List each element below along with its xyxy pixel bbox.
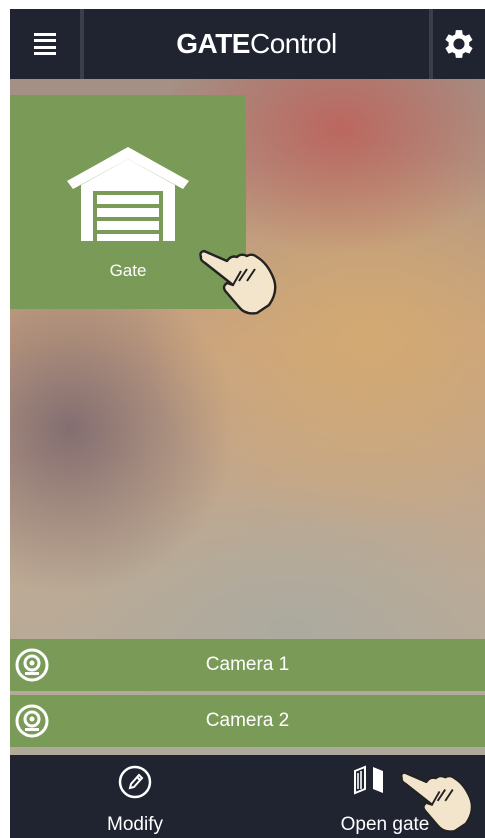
- app-title: GATE Control: [84, 9, 429, 79]
- hamburger-icon: [34, 33, 56, 55]
- modify-button[interactable]: Modify: [80, 755, 190, 838]
- menu-button[interactable]: [10, 9, 80, 79]
- settings-button[interactable]: [433, 9, 485, 79]
- title-light: Control: [249, 28, 337, 59]
- pencil-icon: [118, 765, 152, 799]
- pointing-hand-icon: [199, 249, 277, 315]
- pointing-hand-icon: [400, 771, 474, 833]
- modify-label: Modify: [107, 814, 163, 835]
- app-screen: GATE Control Gate Camera 1 Camera 2 Modi…: [10, 9, 485, 838]
- title-bold: GATE: [176, 28, 250, 59]
- camera-label: Camera 2: [205, 710, 290, 731]
- camera-row-1[interactable]: Camera 1: [10, 639, 485, 691]
- gate-doors-icon: [354, 765, 383, 795]
- bottom-bar: Modify Open gate: [10, 755, 485, 838]
- top-bar: GATE Control: [10, 9, 485, 79]
- camera-label: Camera 1: [205, 654, 290, 675]
- gear-icon: [445, 30, 473, 58]
- garage-icon: [67, 147, 189, 241]
- camera-row-2[interactable]: Camera 2: [10, 695, 485, 747]
